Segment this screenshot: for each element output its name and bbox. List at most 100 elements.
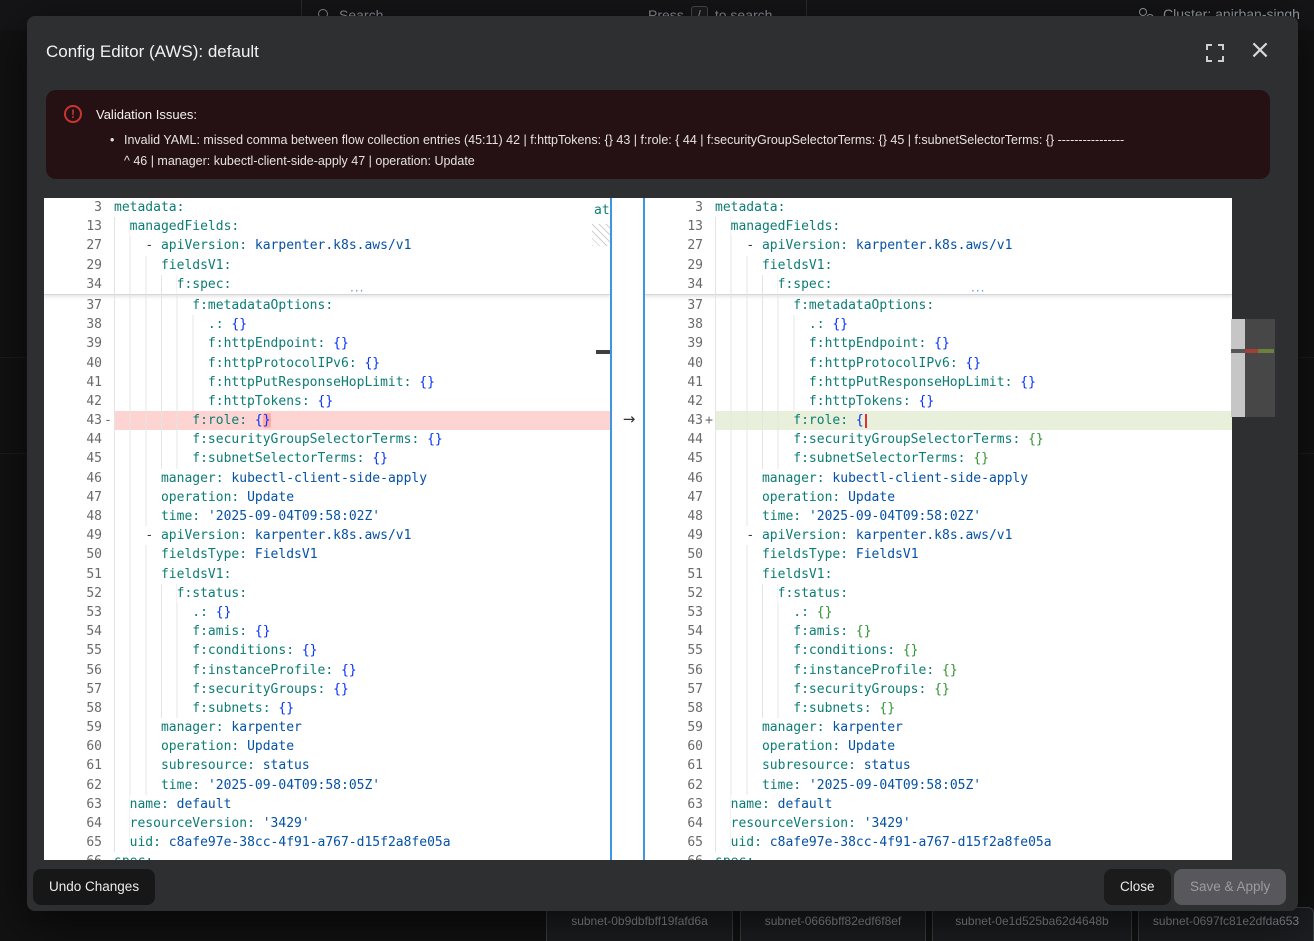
code-line[interactable]: 58 f:subnets: {} [44,699,610,718]
line-number: 64 [44,814,102,833]
close-button[interactable]: Close [1104,869,1171,905]
diff-sign [703,833,715,852]
code-line[interactable]: 27 - apiVersion: karpenter.k8s.aws/v1 [44,236,610,255]
code-line[interactable]: 52 f:status: [44,584,610,603]
code-line[interactable]: 48 time: '2025-09-04T09:58:02Z' [44,507,610,526]
code-line[interactable]: 45 f:subnetSelectorTerms: {} [44,449,610,468]
undo-changes-button[interactable]: Undo Changes [33,869,155,905]
code-line[interactable]: 13 managedFields: [44,217,610,236]
line-number: 54 [645,622,703,641]
code-line[interactable]: 42 f:httpTokens: {} [44,392,610,411]
code-line[interactable]: 50 fieldsType: FieldsV1 [44,545,610,564]
code-line[interactable]: 42 f:httpTokens: {} [645,392,1232,411]
close-icon[interactable]: × [1247,34,1273,66]
code-line[interactable]: 64 resourceVersion: '3429' [44,814,610,833]
diff-sign [703,315,715,334]
code-line[interactable]: 29 fieldsV1: [44,256,610,275]
sticky-scroll-modified[interactable]: 3metadata:13 managedFields:27 - apiVersi… [645,198,1232,295]
code-line[interactable]: 46 manager: kubectl-client-side-apply [44,469,610,488]
code-line[interactable]: 54 f:amis: {} [645,622,1232,641]
code-line[interactable]: 64 resourceVersion: '3429' [645,814,1232,833]
code-line[interactable]: 41 f:httpPutResponseHopLimit: {} [645,373,1232,392]
code-line[interactable]: 66spec: [645,852,1232,860]
code-line[interactable]: 53 .: {} [44,603,610,622]
code-line[interactable]: 27 - apiVersion: karpenter.k8s.aws/v1 [645,236,1232,255]
code-line[interactable]: 52 f:status: [645,584,1232,603]
code-line[interactable]: 38 .: {} [645,315,1232,334]
line-number: 3 [44,198,102,217]
code-line[interactable]: 3metadata: [645,198,1232,217]
code-line[interactable]: 13 managedFields: [645,217,1232,236]
code-line[interactable]: 59 manager: karpenter [44,718,610,737]
code-modified[interactable]: 37 f:metadataOptions:38 .: {}39 f:httpEn… [645,295,1232,860]
code-line[interactable]: 45 f:subnetSelectorTerms: {} [645,449,1232,468]
code-line[interactable]: 58 f:subnets: {} [645,699,1232,718]
code-line[interactable]: 59 manager: karpenter [645,718,1232,737]
code-line[interactable]: 46 manager: kubectl-client-side-apply [645,469,1232,488]
code-line[interactable]: 37 f:metadataOptions: [44,296,610,315]
code-line[interactable]: 40 f:httpProtocolIPv6: {} [44,354,610,373]
code-line[interactable]: 51 fieldsV1: [44,565,610,584]
code-line[interactable]: 66spec: [44,852,610,860]
code-line[interactable]: 47 operation: Update [645,488,1232,507]
code-line[interactable]: 39 f:httpEndpoint: {} [44,334,610,353]
diff-modified-pane[interactable]: 3metadata:13 managedFields:27 - apiVersi… [645,198,1232,860]
code-line[interactable]: 39 f:httpEndpoint: {} [645,334,1232,353]
code-line[interactable]: 65 uid: c8afe97e-38cc-4f91-a767-d15f2a8f… [44,833,610,852]
vertical-scrollbar-slider[interactable] [1231,319,1245,417]
line-number: 61 [44,756,102,775]
diff-sign [703,680,715,699]
code-line[interactable]: 56 f:instanceProfile: {} [645,661,1232,680]
fold-handle-icon[interactable]: ··· [971,284,985,298]
code-line[interactable]: 29 fieldsV1: [645,256,1232,275]
code-line[interactable]: 49 - apiVersion: karpenter.k8s.aws/v1 [645,526,1232,545]
code-line[interactable]: 54 f:amis: {} [44,622,610,641]
code-line[interactable]: 56 f:instanceProfile: {} [44,661,610,680]
sticky-scroll-original[interactable]: 3metadata:13 managedFields:27 - apiVersi… [44,198,610,295]
code-original[interactable]: 37 f:metadataOptions:38 .: {}39 f:httpEn… [44,295,610,860]
code-line[interactable]: 57 f:securityGroups: {} [645,680,1232,699]
code-line[interactable]: 51 fieldsV1: [645,565,1232,584]
code-line[interactable]: 43+ f:role: { [645,411,1232,430]
code-line[interactable]: 55 f:conditions: {} [44,641,610,660]
code-line[interactable]: 63 name: default [645,795,1232,814]
code-line[interactable]: 62 time: '2025-09-04T09:58:05Z' [44,776,610,795]
fold-handle-icon[interactable]: ··· [350,284,364,298]
code-line[interactable]: 34 f:spec: [645,275,1232,294]
line-number: 39 [645,334,703,353]
diff-original-pane[interactable]: 3metadata:13 managedFields:27 - apiVersi… [44,198,610,860]
line-number: 29 [645,256,703,275]
code-line[interactable]: 38 .: {} [44,315,610,334]
code-line[interactable]: 55 f:conditions: {} [645,641,1232,660]
code-text: f:subnets: {} [715,699,1232,718]
code-line[interactable]: 60 operation: Update [645,737,1232,756]
code-line[interactable]: 3metadata: [44,198,610,217]
code-line[interactable]: 61 subresource: status [645,756,1232,775]
code-line[interactable]: 44 f:securityGroupSelectorTerms: {} [44,430,610,449]
code-line[interactable]: 34 f:spec: [44,275,610,294]
code-line[interactable]: 44 f:securityGroupSelectorTerms: {} [645,430,1232,449]
code-line[interactable]: 49 - apiVersion: karpenter.k8s.aws/v1 [44,526,610,545]
code-line[interactable]: 63 name: default [44,795,610,814]
diff-overview-ruler[interactable] [1245,319,1275,417]
code-line[interactable]: 53 .: {} [645,603,1232,622]
line-number: 37 [645,296,703,315]
code-line[interactable]: 41 f:httpPutResponseHopLimit: {} [44,373,610,392]
diff-sign [703,622,715,641]
code-line[interactable]: 37 f:metadataOptions: [645,296,1232,315]
line-number: 56 [44,661,102,680]
revert-change-arrow-icon[interactable]: → [619,410,639,429]
code-line[interactable]: 40 f:httpProtocolIPv6: {} [645,354,1232,373]
code-line[interactable]: 48 time: '2025-09-04T09:58:02Z' [645,507,1232,526]
code-line[interactable]: 61 subresource: status [44,756,610,775]
code-line[interactable]: 57 f:securityGroups: {} [44,680,610,699]
code-line[interactable]: 50 fieldsType: FieldsV1 [645,545,1232,564]
code-line[interactable]: 65 uid: c8afe97e-38cc-4f91-a767-d15f2a8f… [645,833,1232,852]
code-line[interactable]: 60 operation: Update [44,737,610,756]
code-line[interactable]: 62 time: '2025-09-04T09:58:05Z' [645,776,1232,795]
code-line[interactable]: 47 operation: Update [44,488,610,507]
code-line[interactable]: 43- f:role: {} [44,411,610,430]
save-apply-button[interactable]: Save & Apply [1174,869,1286,905]
fullscreen-icon[interactable] [1206,44,1224,62]
diff-sign [102,776,114,795]
